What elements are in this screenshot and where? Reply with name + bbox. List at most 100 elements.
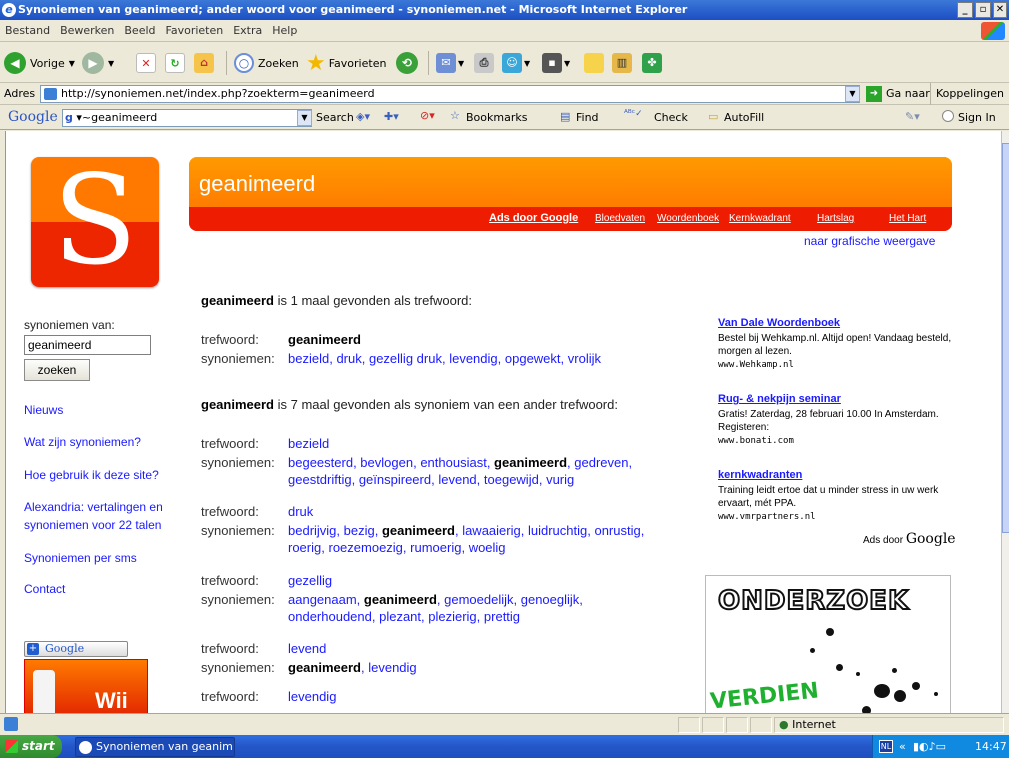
synonym-link[interactable]: luidruchtig bbox=[528, 523, 587, 538]
messenger-people-button[interactable]: ✤ bbox=[642, 50, 662, 76]
google-autofill-button[interactable]: AutoFill bbox=[724, 111, 764, 124]
menu-favorieten[interactable]: Favorieten bbox=[161, 20, 229, 42]
ad-url[interactable]: www.Wehkamp.nl bbox=[718, 360, 794, 370]
synonym-link[interactable]: bedrijvig bbox=[288, 523, 336, 538]
graphic-view-link[interactable]: naar grafische weergave bbox=[804, 234, 935, 248]
ad-title-link[interactable]: Van Dale Woordenboek bbox=[718, 317, 958, 330]
favorites-button[interactable]: ★ Favorieten bbox=[306, 50, 386, 76]
synonym-link[interactable]: rumoerig bbox=[410, 540, 461, 555]
start-button[interactable]: start bbox=[0, 735, 62, 758]
synonym-link[interactable]: plezant bbox=[379, 609, 421, 624]
edit-dropdown-icon[interactable]: ▼ bbox=[564, 59, 570, 68]
synonym-link[interactable]: vurig bbox=[546, 472, 574, 487]
synonym-link[interactable]: roezemoezig bbox=[328, 540, 402, 555]
synonym-link[interactable]: geïnspireerd bbox=[359, 472, 431, 487]
banner-link-hartslag[interactable]: Hartslag bbox=[817, 213, 854, 224]
synonym-link[interactable]: gemoedelijk bbox=[444, 592, 513, 607]
synonym-link[interactable]: vrolijk bbox=[568, 351, 601, 366]
links-button[interactable]: Koppelingen bbox=[936, 87, 1004, 100]
tray-expand-icon[interactable]: « bbox=[899, 735, 906, 758]
google-search-input[interactable]: g ▾~geanimeerd bbox=[62, 109, 312, 127]
messenger-button[interactable]: ☺ ▼ bbox=[502, 50, 530, 76]
vertical-scrollbar[interactable] bbox=[1001, 131, 1009, 713]
synonym-link[interactable]: druk bbox=[336, 351, 361, 366]
google-gadget-button[interactable]: + Google bbox=[24, 641, 128, 657]
synonym-link[interactable]: levend bbox=[438, 472, 476, 487]
synonym-link[interactable]: levendig bbox=[449, 351, 497, 366]
address-dropdown-icon[interactable]: ▼ bbox=[845, 86, 860, 102]
stop-button[interactable]: ✕ bbox=[136, 50, 156, 76]
menu-bestand[interactable]: Bestand bbox=[0, 20, 55, 42]
back-button[interactable]: ◀ Vorige ▼ bbox=[4, 50, 75, 76]
back-dropdown-icon[interactable]: ▼ bbox=[69, 59, 75, 68]
nav-sms[interactable]: Synoniemen per sms bbox=[24, 549, 184, 567]
entry-keyword-link[interactable]: bezield bbox=[288, 435, 668, 452]
synonym-link[interactable]: opgewekt bbox=[505, 351, 561, 366]
google-query-dropdown-icon[interactable]: ▼ bbox=[297, 110, 312, 126]
nav-hoe-gebruik[interactable]: Hoe gebruik ik deze site? bbox=[24, 466, 184, 484]
ads-by-google-link[interactable]: Ads door Google bbox=[489, 212, 578, 224]
nav-alexandria[interactable]: Alexandria: vertalingen en synoniemen vo… bbox=[24, 498, 184, 534]
synonym-link[interactable]: levendig bbox=[368, 660, 416, 675]
google-logo[interactable]: Google bbox=[8, 109, 58, 125]
entry-keyword-link[interactable]: gezellig bbox=[288, 572, 668, 589]
synonym-link[interactable]: onrustig bbox=[594, 523, 640, 538]
go-arrow-icon[interactable]: ➜ bbox=[866, 86, 882, 102]
banner-link-het-hart[interactable]: Het Hart bbox=[889, 213, 926, 224]
google-search-button[interactable]: Search bbox=[316, 111, 354, 124]
ad-title-link[interactable]: kernkwadranten bbox=[718, 469, 958, 482]
banner-link-bloedvaten[interactable]: Bloedvaten bbox=[595, 213, 645, 224]
popup-blocker-icon[interactable]: ⊘▾ bbox=[420, 109, 435, 122]
google-find-button[interactable]: Find bbox=[576, 111, 599, 124]
history-button[interactable]: ⟲ bbox=[396, 50, 418, 76]
tray-icons[interactable]: ▮◐♪▭ bbox=[913, 735, 946, 758]
synonym-link[interactable]: gezellig druk bbox=[369, 351, 442, 366]
entry-keyword-link[interactable]: levendig bbox=[288, 688, 668, 705]
google-plus-icon[interactable]: ✚▾ bbox=[384, 110, 399, 123]
synonym-link[interactable]: woelig bbox=[469, 540, 506, 555]
messenger-dropdown-icon[interactable]: ▼ bbox=[524, 59, 530, 68]
wii-ad-image[interactable]: Wii bbox=[24, 659, 148, 713]
synonym-link[interactable]: toegewijd bbox=[484, 472, 539, 487]
onderzoek-banner-ad[interactable]: ONDERZOEK VERDIEN bbox=[705, 575, 951, 713]
search-button[interactable]: ○ Zoeken bbox=[234, 50, 299, 76]
scrollbar-thumb[interactable] bbox=[1002, 143, 1009, 533]
notes-button[interactable] bbox=[584, 50, 604, 76]
print-button[interactable]: ⎙ bbox=[474, 50, 494, 76]
mail-button[interactable]: ✉ ▼ bbox=[436, 50, 464, 76]
address-input[interactable]: http://synoniemen.net/index.php?zoekterm… bbox=[40, 85, 860, 103]
window-title-bar[interactable]: e Synoniemen van geanimeerd; ander woord… bbox=[0, 0, 1009, 20]
synonym-link[interactable]: bezig bbox=[344, 523, 375, 538]
synonym-link[interactable]: onderhoudend bbox=[288, 609, 372, 624]
google-news-icon[interactable]: ◈▾ bbox=[356, 110, 370, 123]
banner-link-woordenboek[interactable]: Woordenboek bbox=[657, 213, 719, 224]
edit-button[interactable]: ▪ ▼ bbox=[542, 50, 570, 76]
site-logo[interactable]: S bbox=[31, 157, 159, 287]
taskbar-item-browser[interactable]: Synoniemen van geanim... bbox=[75, 737, 235, 757]
minimize-button[interactable]: _ bbox=[957, 2, 973, 18]
synonym-link[interactable]: genoeglijk bbox=[521, 592, 580, 607]
google-signin-button[interactable]: Sign In bbox=[958, 111, 996, 124]
synonym-link[interactable]: bezield bbox=[288, 351, 329, 366]
synonym-link[interactable]: geestdriftig bbox=[288, 472, 352, 487]
synonym-link[interactable]: aangenaam bbox=[288, 592, 357, 607]
language-indicator[interactable]: NL bbox=[879, 740, 893, 753]
research-button[interactable]: ▥ bbox=[612, 50, 632, 76]
entry-keyword-link[interactable]: levend bbox=[288, 640, 668, 657]
synonym-link[interactable]: prettig bbox=[484, 609, 520, 624]
synonym-link[interactable]: enthousiast bbox=[420, 455, 487, 470]
menu-beeld[interactable]: Beeld bbox=[119, 20, 160, 42]
google-check-button[interactable]: Check bbox=[654, 111, 688, 124]
close-button[interactable]: ✕ bbox=[993, 2, 1007, 18]
nav-wat-zijn-synoniemen[interactable]: Wat zijn synoniemen? bbox=[24, 433, 184, 451]
go-button[interactable]: Ga naar bbox=[886, 87, 930, 100]
synonym-link[interactable]: gedreven bbox=[574, 455, 628, 470]
synonym-link[interactable]: roerig bbox=[288, 540, 321, 555]
home-button[interactable]: ⌂ bbox=[194, 50, 214, 76]
mail-dropdown-icon[interactable]: ▼ bbox=[458, 59, 464, 68]
google-bookmarks-button[interactable]: Bookmarks bbox=[466, 111, 527, 124]
menu-bewerken[interactable]: Bewerken bbox=[55, 20, 119, 42]
ad-title-link[interactable]: Rug- & nekpijn seminar bbox=[718, 393, 958, 406]
synonym-link[interactable]: lawaaierig bbox=[462, 523, 521, 538]
settings-wrench-icon[interactable]: ✎▾ bbox=[905, 110, 920, 123]
